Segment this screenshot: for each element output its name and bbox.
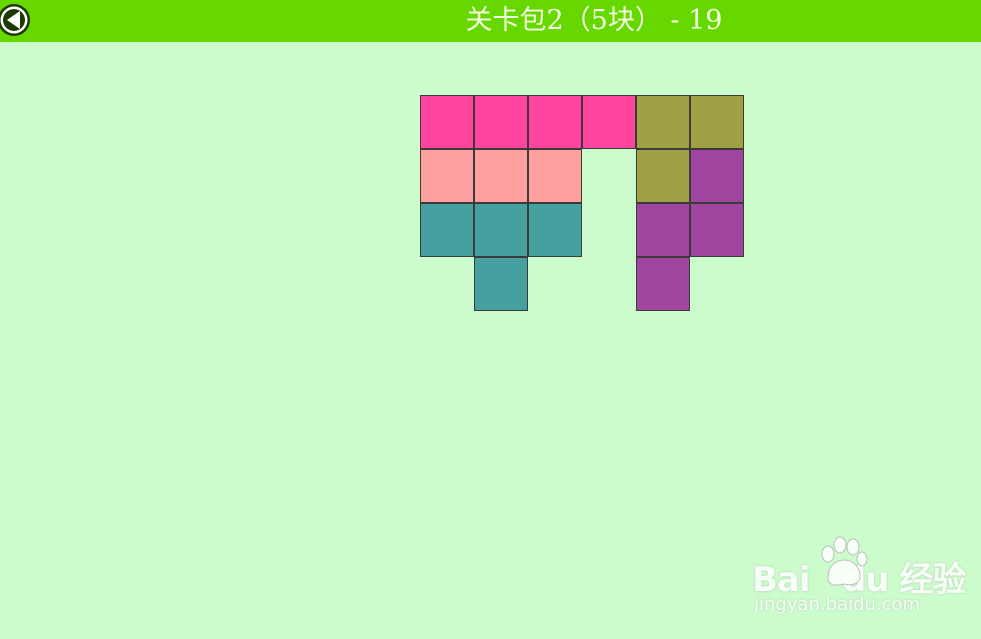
teal-piece-cell[interactable] [420,203,474,257]
purple-piece-cell[interactable] [636,257,690,311]
puzzle-board[interactable] [0,0,981,639]
pink-piece-cell[interactable] [528,95,582,149]
teal-piece-cell[interactable] [474,257,528,311]
purple-piece-cell[interactable] [690,203,744,257]
olive-piece-cell[interactable] [690,95,744,149]
purple-piece-cell[interactable] [690,149,744,203]
pink-piece-cell[interactable] [420,95,474,149]
teal-piece-cell[interactable] [528,203,582,257]
pink-piece-cell[interactable] [582,95,636,149]
olive-piece-cell[interactable] [636,95,690,149]
salmon-piece-cell[interactable] [420,149,474,203]
pink-piece-cell[interactable] [474,95,528,149]
salmon-piece-cell[interactable] [528,149,582,203]
teal-piece-cell[interactable] [474,203,528,257]
salmon-piece-cell[interactable] [474,149,528,203]
purple-piece-cell[interactable] [636,203,690,257]
olive-piece-cell[interactable] [636,149,690,203]
